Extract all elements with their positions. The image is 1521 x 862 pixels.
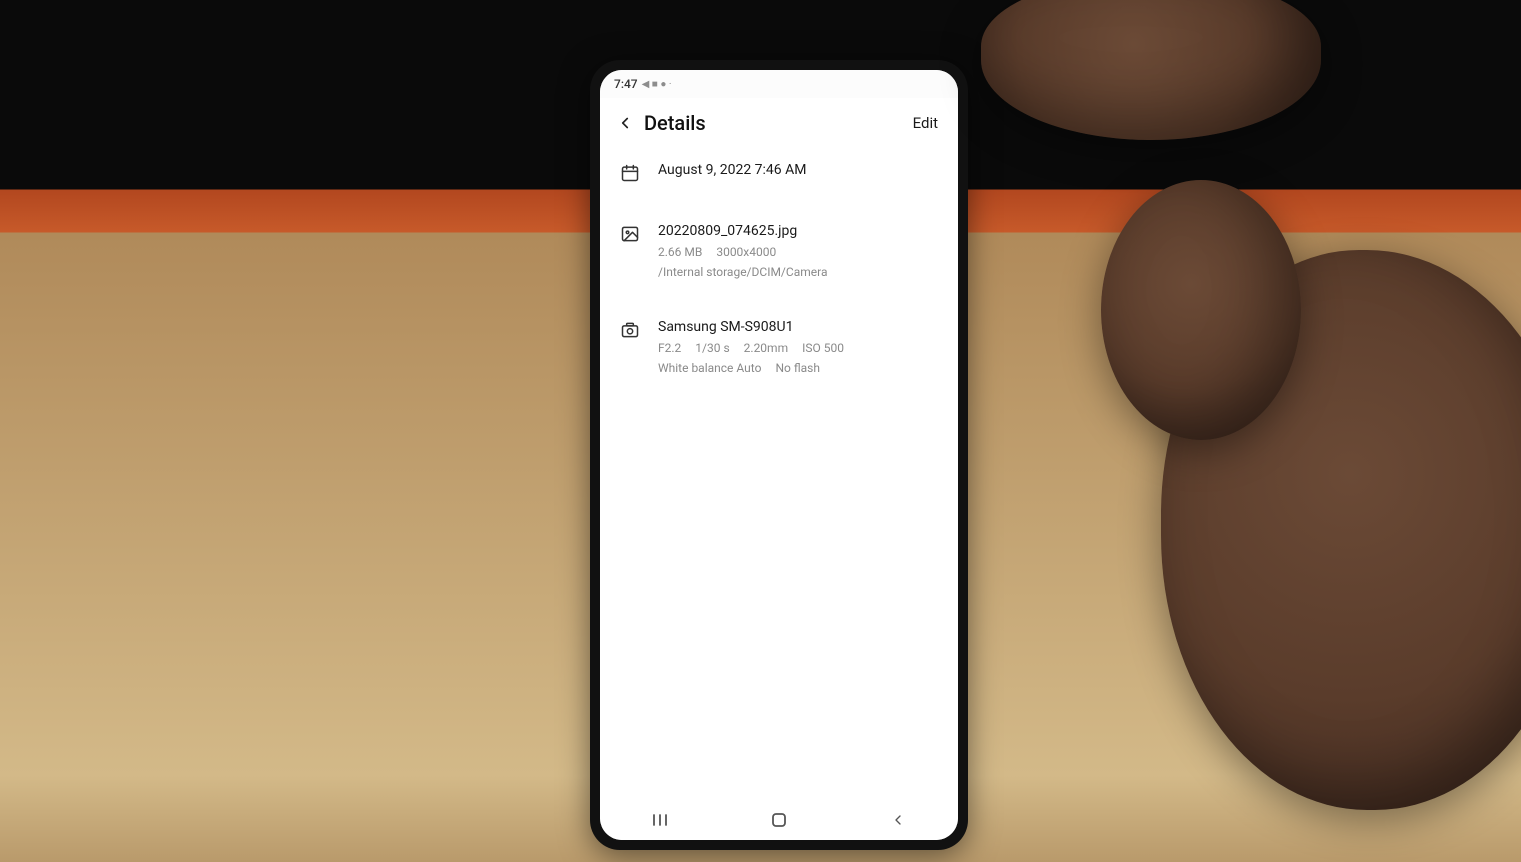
details-content: August 9, 2022 7:46 AM 20220809_074625.j…	[600, 152, 958, 800]
camera-aperture: F2.2	[658, 339, 681, 357]
edit-button[interactable]: Edit	[909, 110, 942, 136]
camera-shutter: 1/30 s	[695, 339, 729, 357]
file-size: 2.66 MB	[658, 243, 702, 261]
home-icon	[770, 811, 788, 829]
camera-flash: No flash	[775, 359, 820, 377]
camera-iso: ISO 500	[802, 339, 844, 357]
date-row: August 9, 2022 7:46 AM	[616, 152, 942, 203]
recents-button[interactable]	[630, 805, 690, 835]
app-header: Details Edit	[600, 98, 958, 152]
camera-row: Samsung SM-S908U1 F2.2 1/30 s 2.20mm ISO…	[616, 299, 942, 395]
image-icon	[620, 224, 642, 246]
file-row: 20220809_074625.jpg 2.66 MB 3000x4000 /I…	[616, 203, 942, 299]
phone-frame: 7:47 ◀ ■ ● · Details Edit August 9, 2022…	[590, 60, 968, 850]
calendar-icon	[620, 163, 642, 185]
camera-focal: 2.20mm	[744, 339, 788, 357]
status-bar: 7:47 ◀ ■ ● ·	[600, 70, 958, 98]
camera-icon	[620, 320, 642, 342]
phone-screen: 7:47 ◀ ■ ● · Details Edit August 9, 2022…	[600, 70, 958, 840]
file-dimensions: 3000x4000	[716, 243, 776, 261]
file-name: 20220809_074625.jpg	[658, 223, 938, 239]
status-time: 7:47	[614, 77, 638, 91]
home-button[interactable]	[749, 805, 809, 835]
recents-icon	[651, 813, 669, 827]
file-path: /Internal storage/DCIM/Camera	[658, 263, 938, 281]
page-title: Details	[644, 111, 909, 135]
camera-device: Samsung SM-S908U1	[658, 319, 938, 335]
chevron-left-icon	[616, 114, 634, 132]
system-nav-bar	[600, 800, 958, 840]
camera-wb: White balance Auto	[658, 359, 761, 377]
date-text: August 9, 2022 7:46 AM	[658, 162, 938, 178]
back-button[interactable]	[610, 108, 640, 138]
status-icons: ◀ ■ ● ·	[642, 79, 672, 90]
back-system-button[interactable]	[868, 805, 928, 835]
back-system-icon	[890, 812, 906, 828]
